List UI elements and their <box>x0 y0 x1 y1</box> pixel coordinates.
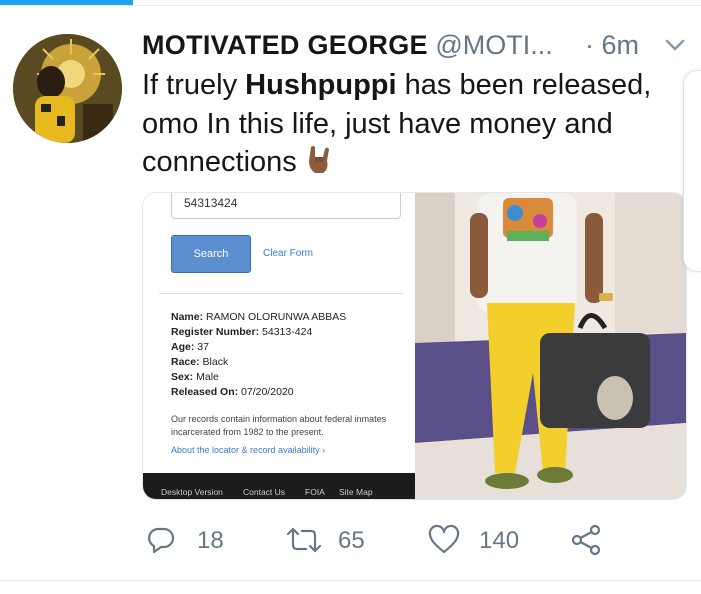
user-handle[interactable]: @MOTI... <box>435 30 552 60</box>
record-register: Register Number: 54313-424 <box>171 326 312 338</box>
display-name[interactable]: MOTIVATED GEORGE <box>142 30 428 60</box>
tweet-text: If truely Hushpuppi has been released, o… <box>142 66 682 182</box>
record-register-label: Register Number: <box>171 326 260 338</box>
retweet-button[interactable]: 65 <box>286 525 376 555</box>
photo-illustration <box>415 193 686 499</box>
reply-icon <box>148 527 175 554</box>
tweet-text-bold: Hushpuppi <box>245 69 397 101</box>
clear-form-link: Clear Form <box>263 248 314 259</box>
avatar-image <box>13 34 122 143</box>
record-sex: Sex: Male <box>171 371 219 383</box>
record-register-value: 54313-424 <box>262 326 313 338</box>
inmate-number-field: 54313424 <box>171 193 401 219</box>
locator-footer: Desktop Version Contact Us FOIA Site Map <box>143 473 415 499</box>
reply-button[interactable]: 18 <box>146 525 236 555</box>
tweet-actions: 18 65 140 <box>0 515 701 565</box>
footer-link: Contact Us <box>243 487 286 497</box>
footer-link: FOIA <box>305 487 325 497</box>
record-released-label: Released On: <box>171 386 239 398</box>
record-race-value: Black <box>202 356 229 368</box>
record-sex-label: Sex: <box>171 371 194 383</box>
record-age: Age: 37 <box>171 341 209 353</box>
retweet-count: 65 <box>338 527 365 554</box>
record-sex-value: Male <box>196 371 219 383</box>
timestamp[interactable]: · 6m <box>585 30 639 61</box>
like-button[interactable]: 140 <box>428 525 528 555</box>
rock-on-hand-icon <box>308 146 329 173</box>
record-age-value: 37 <box>197 341 209 353</box>
share-button[interactable] <box>570 525 604 555</box>
reply-count: 18 <box>197 527 224 554</box>
record-race-label: Race: <box>171 356 200 368</box>
record-released: Released On: 07/20/2020 <box>171 386 294 398</box>
search-button: Search <box>171 235 251 273</box>
footer-link: Site Map <box>339 487 373 497</box>
tweet-header: MOTIVATED GEORGE @MOTI... · 6m <box>142 30 692 64</box>
side-panel-edge <box>683 70 701 272</box>
photo-man-with-bag <box>415 193 686 499</box>
divider <box>0 580 701 581</box>
divider <box>0 5 701 6</box>
record-name-value: RAMON OLORUNWA ABBAS <box>206 311 347 323</box>
share-icon <box>571 525 601 555</box>
inmate-locator-screenshot: 54313424 Search Clear Form Name: RAMON O… <box>143 193 415 499</box>
records-note: Our records contain information about fe… <box>171 414 387 437</box>
tweet-text-start: If truely <box>142 69 246 101</box>
chevron-down-icon[interactable] <box>664 34 686 56</box>
inmate-number-value: 54313424 <box>184 196 238 210</box>
avatar[interactable] <box>13 34 122 143</box>
record-name: Name: RAMON OLORUNWA ABBAS <box>171 311 346 323</box>
record-age-label: Age: <box>171 341 195 353</box>
about-locator-link: About the locator & record availability … <box>171 445 326 455</box>
like-count: 140 <box>479 527 520 554</box>
divider <box>159 293 403 294</box>
record-name-label: Name: <box>171 311 204 323</box>
tweet-media[interactable]: 54313424 Search Clear Form Name: RAMON O… <box>142 192 687 500</box>
retweet-icon <box>286 527 322 553</box>
heart-icon <box>428 525 460 554</box>
record-race: Race: Black <box>171 356 228 368</box>
record-released-value: 07/20/2020 <box>241 386 294 398</box>
footer-link: Desktop Version <box>161 487 223 497</box>
